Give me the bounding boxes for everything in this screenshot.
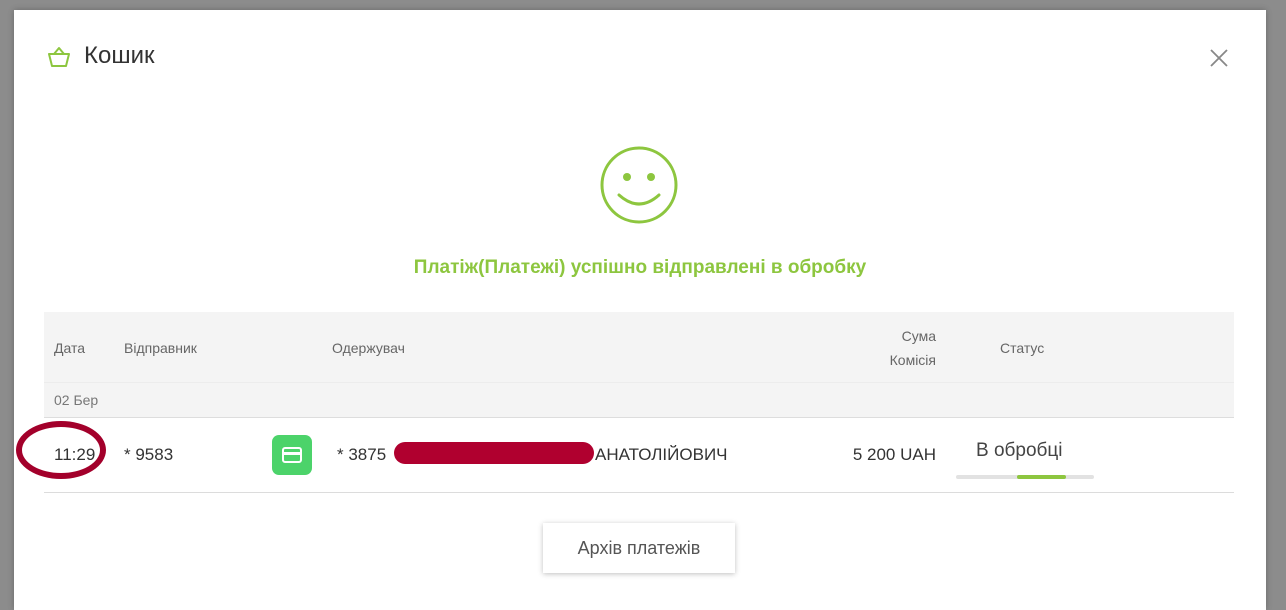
status-progress-fill [1016, 475, 1067, 479]
column-header-amount: Сума [901, 328, 936, 344]
success-message: Платіж(Платежі) успішно відправлені в об… [413, 257, 867, 278]
payments-archive-button[interactable]: Архів платежів [543, 523, 735, 573]
column-header-status: Статус [1000, 340, 1045, 356]
close-icon[interactable] [1208, 47, 1230, 69]
basket-modal: Кошик Платіж(Платежі) успішно відправлен… [14, 10, 1266, 610]
card-icon [272, 435, 312, 475]
column-header-date: Дата [54, 340, 86, 356]
payments-table: Дата Відправник Одержувач Сума Комісія С… [44, 312, 1234, 493]
basket-icon [48, 47, 70, 67]
table-row[interactable]: 11:29 * 9583 * 3875 АНАТОЛІЙОВИЧ 5 200 U… [44, 418, 1234, 493]
payment-recipient-name: АНАТОЛІЙОВИЧ [595, 445, 728, 464]
payment-recipient-account: * 3875 [337, 445, 387, 464]
date-group-label: 02 Бер [54, 392, 99, 408]
modal-title: Кошик [84, 42, 155, 69]
annotation-circle [16, 421, 106, 479]
payment-status: В обробці [976, 440, 1063, 461]
payment-amount: 5 200 UAH [852, 445, 936, 464]
column-header-fee: Комісія [889, 352, 936, 368]
smiley-icon [600, 146, 678, 224]
payment-sender: * 9583 [124, 445, 174, 464]
date-group-row: 02 Бер [44, 382, 1234, 418]
column-header-sender: Відправник [124, 340, 197, 356]
redaction-mark [394, 442, 594, 464]
status-progress-bar [956, 475, 1094, 479]
table-header: Дата Відправник Одержувач Сума Комісія С… [44, 312, 1234, 382]
column-header-recipient: Одержувач [332, 340, 405, 356]
